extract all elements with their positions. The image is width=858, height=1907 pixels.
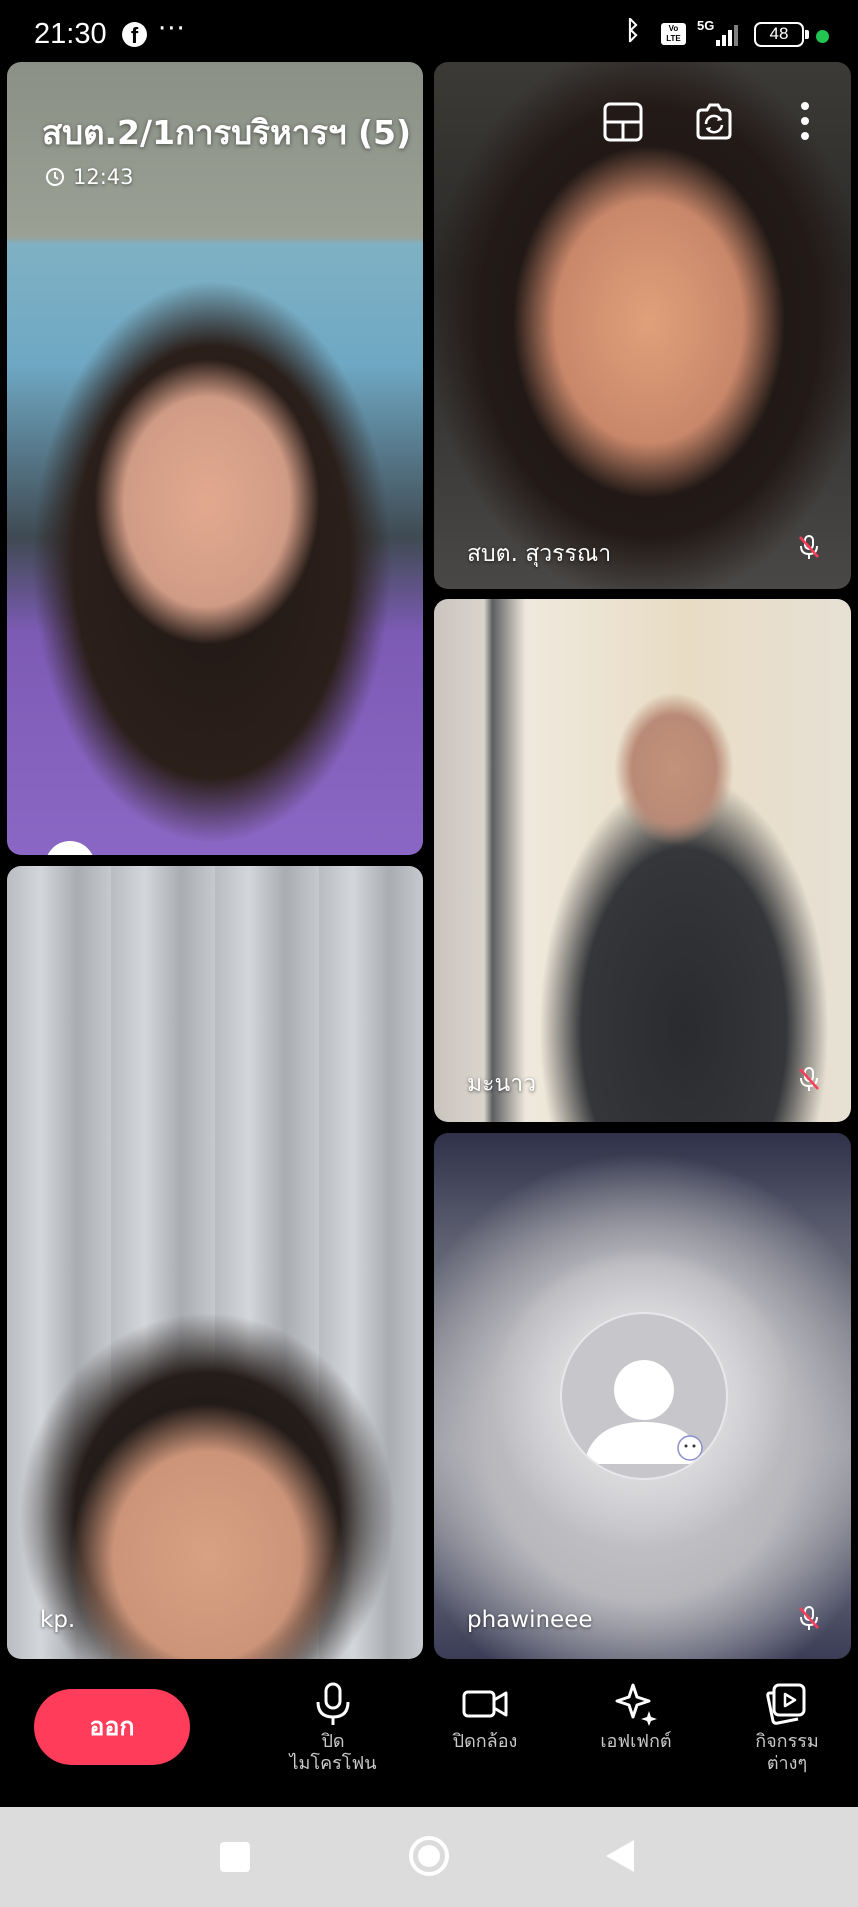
mute-mic-label-line1: ปิด bbox=[321, 1731, 345, 1752]
clock-icon bbox=[46, 168, 64, 186]
back-icon[interactable] bbox=[604, 1838, 636, 1874]
participant-name: สบต. สุวรรณา bbox=[467, 541, 612, 567]
activities-label-line2: ต่างๆ bbox=[766, 1753, 808, 1774]
privacy-indicator-dot bbox=[816, 30, 829, 43]
participant-name: kp. bbox=[40, 1607, 76, 1633]
recent-apps-icon[interactable] bbox=[219, 1841, 251, 1873]
status-bar: 21:30 f ··· ᛒ Vo LTE 5G 48 bbox=[0, 0, 858, 62]
participant-name: phawineee bbox=[467, 1607, 593, 1633]
avatar bbox=[560, 1312, 728, 1480]
facebook-icon: f bbox=[122, 22, 147, 48]
turn-off-camera-label: ปิดกล้อง bbox=[452, 1731, 518, 1752]
video-camera-icon bbox=[462, 1690, 508, 1718]
activities-button[interactable]: กิจกรรม ต่างๆ bbox=[722, 1681, 852, 1775]
smiley-icon bbox=[45, 841, 95, 855]
clock: 21:30 bbox=[34, 18, 107, 50]
more-options-icon[interactable] bbox=[785, 100, 825, 144]
call-controls: ออก ปิด ไมโครโฟน ปิดกล้อง เอฟเฟกต์ กิจกร… bbox=[0, 1659, 858, 1807]
battery-icon: 48 bbox=[754, 22, 809, 47]
effects-button[interactable]: เอฟเฟกต์ bbox=[571, 1681, 701, 1753]
participant-name: มะนาว bbox=[467, 1071, 537, 1097]
network-type: 5G bbox=[697, 18, 715, 33]
reaction-button[interactable] bbox=[45, 841, 95, 855]
effects-label: เอฟเฟกต์ bbox=[600, 1731, 672, 1752]
mute-mic-button[interactable]: ปิด ไมโครโฟน bbox=[268, 1681, 398, 1775]
activities-icon bbox=[766, 1683, 806, 1725]
activities-label-line1: กิจกรรม bbox=[755, 1731, 819, 1752]
more-notifications-icon: ··· bbox=[158, 14, 186, 44]
video-tile-participant-3[interactable]: มะนาว bbox=[434, 599, 851, 1122]
sparkle-icon bbox=[615, 1683, 657, 1726]
leave-call-button[interactable]: ออก bbox=[34, 1689, 190, 1765]
default-user-icon bbox=[584, 1360, 704, 1464]
home-icon[interactable] bbox=[408, 1835, 450, 1877]
turn-off-camera-button[interactable]: ปิดกล้อง bbox=[420, 1681, 550, 1753]
mute-mic-label-line2: ไมโครโฟน bbox=[289, 1753, 377, 1774]
room-title: สบต.2/1การบริหารฯ (5) bbox=[42, 113, 412, 152]
mic-muted-icon bbox=[799, 1067, 819, 1091]
bluetooth-icon: ᛒ bbox=[625, 16, 641, 46]
call-timer-value: 12:43 bbox=[73, 165, 134, 189]
signal-icon bbox=[716, 22, 742, 46]
layout-icon[interactable] bbox=[601, 100, 645, 144]
call-timer: 12:43 bbox=[45, 165, 134, 189]
volte-icon: Vo LTE bbox=[661, 23, 686, 45]
video-tile-participant-4[interactable]: kp. bbox=[7, 866, 423, 1659]
microphone-icon bbox=[316, 1682, 350, 1725]
mic-muted-icon bbox=[799, 1606, 819, 1630]
switch-camera-icon[interactable] bbox=[692, 100, 736, 144]
mic-muted-icon bbox=[799, 535, 819, 559]
system-navigation-bar bbox=[0, 1807, 858, 1907]
